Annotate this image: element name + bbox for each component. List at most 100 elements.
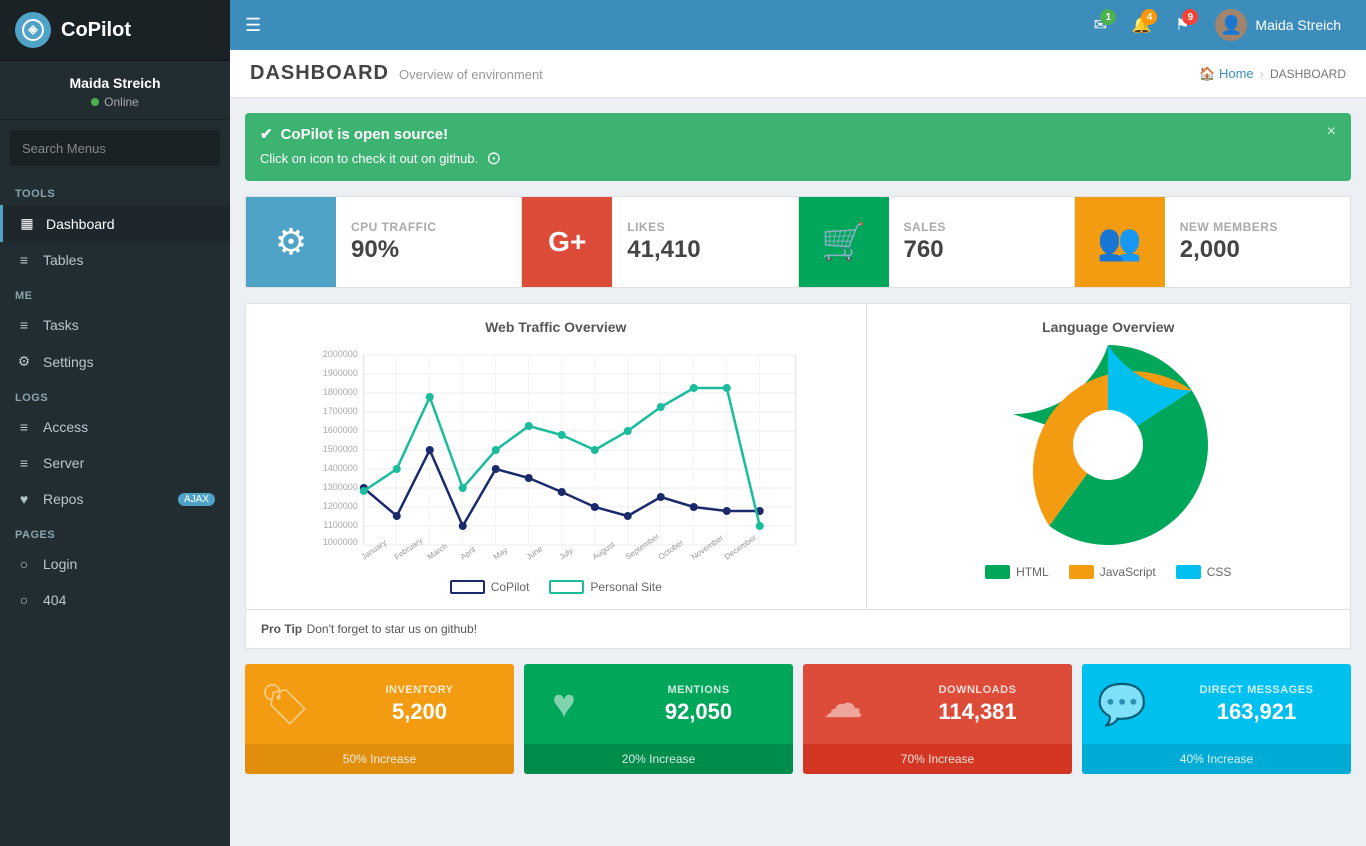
svg-text:1900000: 1900000 [323,368,358,378]
mail-badge: 1 [1100,9,1116,25]
messages-value: 163,921 [1177,699,1336,725]
sidebar-item-access[interactable]: ≡ Access [0,409,230,445]
sidebar-item-dashboard[interactable]: ▦ Dashboard [0,205,230,242]
legend-personal-box [549,580,584,594]
breadcrumb-home[interactable]: 🏠 Home [1199,66,1253,82]
svg-text:1400000: 1400000 [323,463,358,473]
pro-tip-label: Pro Tip [261,622,302,636]
sidebar-item-label: Dashboard [46,216,115,232]
cpu-value: 90% [351,236,437,264]
svg-text:1200000: 1200000 [323,501,358,511]
stat-card-cpu: ⚙ CPU TRAFFIC 90% [245,196,522,288]
mentions-footer: 20% Increase [524,744,793,774]
sidebar-item-tasks[interactable]: ≡ Tasks [0,307,230,343]
web-traffic-svg: 2000000 1900000 1800000 1700000 1600000 … [261,345,851,565]
breadcrumb-current: DASHBOARD [1270,67,1346,81]
access-icon: ≡ [15,419,33,435]
likes-value: 41,410 [627,236,700,264]
downloads-footer: 70% Increase [803,744,1072,774]
svg-text:2000000: 2000000 [323,349,358,359]
legend-css: CSS [1176,565,1232,579]
cpu-label: CPU TRAFFIC [351,220,437,234]
pro-tip-section: Pro Tip Don't forget to star us on githu… [245,610,1351,649]
svg-text:1500000: 1500000 [323,444,358,454]
mail-button[interactable]: ✉ 1 [1082,7,1118,43]
members-icon: 👥 [1075,197,1165,287]
downloads-value: 114,381 [898,699,1057,725]
breadcrumb: 🏠 Home › DASHBOARD [1199,66,1346,82]
messages-label: DIRECT MESSAGES [1177,684,1336,696]
sidebar-username: Maida Streich [15,75,215,91]
404-icon: ○ [15,592,33,608]
svg-text:1600000: 1600000 [323,425,358,435]
downloads-icon: ☁ [803,664,883,744]
alert-text: Click on icon to check it out on github.… [260,148,1336,169]
notifications-badge: 4 [1141,9,1157,25]
app-logo [15,12,51,48]
pie-chart-svg [1008,345,1208,545]
bottom-card-downloads: ☁ DOWNLOADS 114,381 70% Increase [803,664,1072,774]
language-chart-title: Language Overview [882,319,1335,335]
web-traffic-chart: Web Traffic Overview 2000000 1900000 180… [246,304,866,609]
legend-css-box [1176,565,1201,579]
check-icon: ✔ [260,125,273,143]
topbar-username: Maida Streich [1255,17,1341,33]
tasks-icon: ≡ [15,317,33,333]
bottom-cards: 🏷 INVENTORY 5,200 50% Increase ♥ MENTION… [245,664,1351,774]
inventory-label: INVENTORY [340,684,499,696]
notifications-button[interactable]: 🔔 4 [1123,7,1159,43]
pro-tip-text: Don't forget to star us on github! [307,622,477,636]
web-traffic-legend: CoPilot Personal Site [261,580,851,594]
topbar-user[interactable]: 👤 Maida Streich [1205,9,1351,41]
sidebar-item-login[interactable]: ○ Login [0,546,230,582]
sales-icon: 🛒 [799,197,889,287]
svg-text:November: November [690,533,726,562]
svg-text:1100000: 1100000 [323,520,357,530]
svg-text:October: October [657,538,686,562]
messages-icon: 💬 [1082,664,1162,744]
search-icon[interactable]: 🔍 [210,130,220,166]
sidebar-item-label: Repos [43,491,83,507]
sidebar-item-label: Server [43,455,84,471]
svg-text:July: July [558,546,575,562]
sidebar-item-repos[interactable]: ♥ Repos AJAX [0,481,230,517]
flag-button[interactable]: ⚑ 9 [1164,7,1200,43]
sidebar: CoPilot Maida Streich Online 🔍 TOOLS ▦ D… [0,0,230,846]
github-icon[interactable]: ⊙ [486,148,501,169]
inventory-icon: 🏷 [245,664,325,744]
stat-card-sales: 🛒 SALES 760 [799,196,1075,288]
downloads-label: DOWNLOADS [898,684,1057,696]
svg-text:April: April [459,545,477,562]
topbar-icons: ✉ 1 🔔 4 ⚑ 9 👤 Maida Streich [1082,7,1351,43]
alert-close-button[interactable]: × [1327,123,1336,141]
sidebar-item-label: Tables [43,252,83,268]
sidebar-item-settings[interactable]: ⚙ Settings [0,343,230,380]
legend-js-box [1069,565,1094,579]
bottom-card-inventory: 🏷 INVENTORY 5,200 50% Increase [245,664,514,774]
page-title-area: DASHBOARD Overview of environment [250,62,543,85]
sidebar-item-server[interactable]: ≡ Server [0,445,230,481]
messages-footer: 40% Increase [1082,744,1351,774]
inventory-value: 5,200 [340,699,499,725]
sidebar-search-box[interactable]: 🔍 [10,130,220,166]
web-traffic-title: Web Traffic Overview [261,319,851,335]
status-dot-icon [91,98,99,106]
menu-toggle-icon[interactable]: ☰ [245,15,261,36]
stat-card-members: 👥 NEW MEMBERS 2,000 [1075,196,1351,288]
language-legend: HTML JavaScript CSS [882,565,1335,579]
sidebar-item-404[interactable]: ○ 404 [0,582,230,618]
inventory-footer: 50% Increase [245,744,514,774]
svg-text:September: September [624,532,661,562]
page-header: DASHBOARD Overview of environment 🏠 Home… [230,50,1366,98]
bottom-card-messages: 💬 DIRECT MESSAGES 163,921 40% Increase [1082,664,1351,774]
sidebar-header: CoPilot [0,0,230,61]
sidebar-user-status: Online [15,95,215,109]
legend-copilot: CoPilot [450,580,530,594]
sidebar-item-label: 404 [43,592,66,608]
avatar: 👤 [1215,9,1247,41]
alert-banner: ✔ CoPilot is open source! Click on icon … [245,113,1351,181]
sidebar-item-tables[interactable]: ≡ Tables [0,242,230,278]
settings-icon: ⚙ [15,353,33,370]
search-input[interactable] [10,133,210,164]
section-label-me: ME [0,278,230,307]
